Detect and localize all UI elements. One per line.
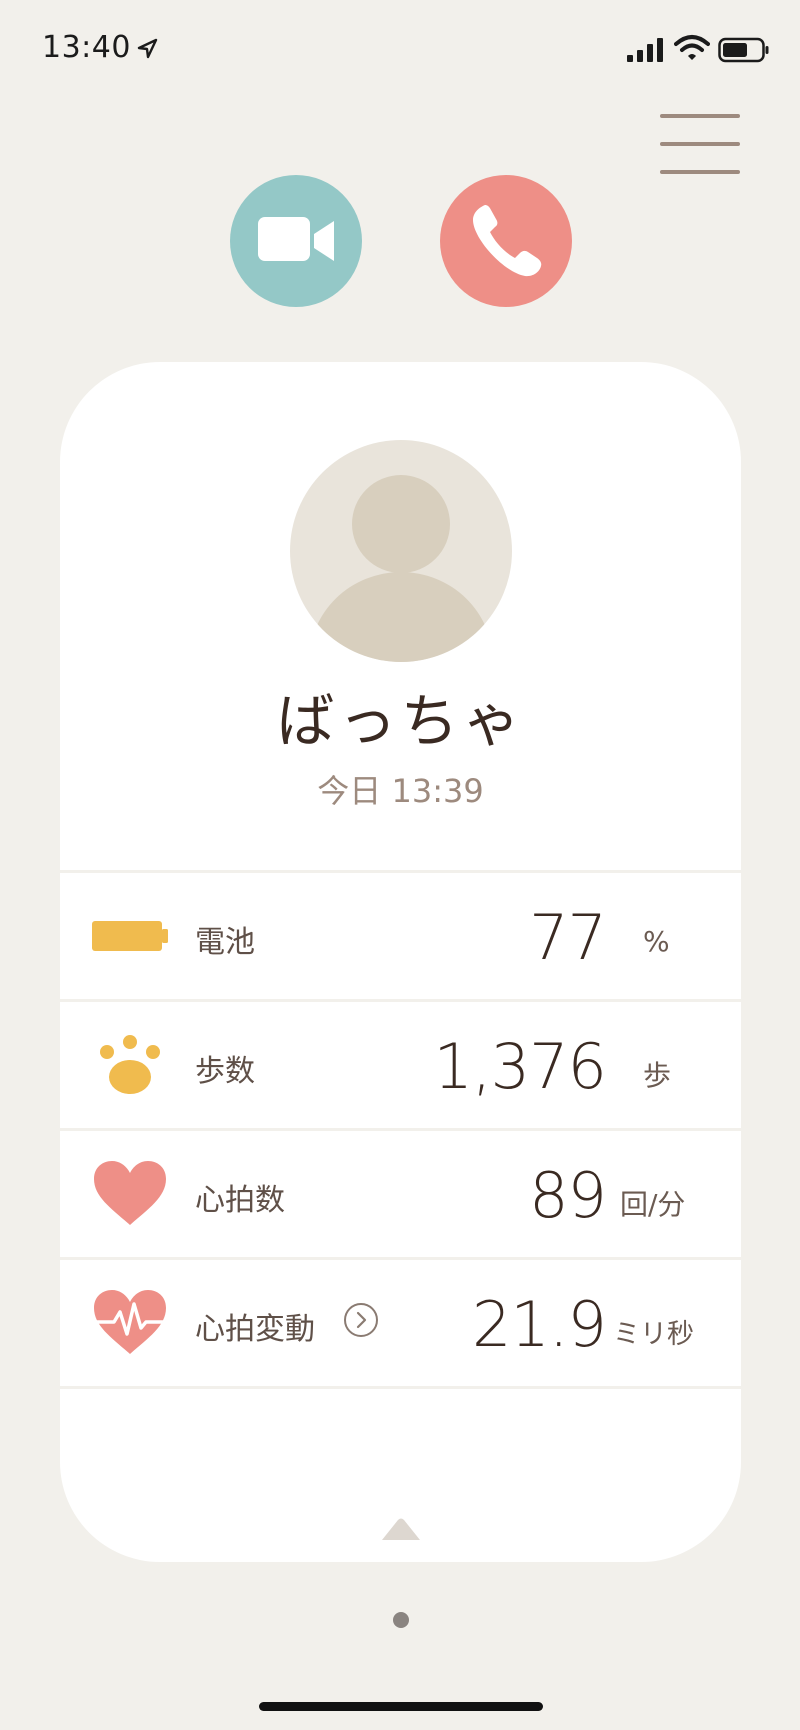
updated-time: 今日 13:39 [317, 772, 484, 810]
person-silhouette-icon [309, 475, 493, 662]
stat-unit: 歩 [643, 1059, 672, 1092]
stat-value: 77 [529, 901, 607, 974]
stat-unit: 回/分 [620, 1188, 686, 1221]
page-indicator-dot [393, 1612, 409, 1628]
status-bar: 13:40 [0, 0, 800, 100]
expand-up-arrow-icon[interactable] [378, 1514, 424, 1542]
paw-icon [100, 1035, 160, 1094]
status-time: 13:40 [42, 30, 131, 65]
voice-call-button[interactable] [440, 175, 572, 307]
profile-name: ばっちゃ [276, 687, 525, 755]
location-arrow-icon [137, 38, 158, 59]
stat-value: 21.9 [471, 1288, 607, 1361]
hamburger-menu-line [660, 142, 740, 146]
chevron-right-circle-icon[interactable] [343, 1302, 379, 1338]
wifi-icon [674, 35, 710, 60]
video-call-button[interactable] [230, 175, 362, 307]
stat-row-steps: 歩数 1,376 歩 [60, 999, 741, 1128]
stat-label: 心拍変動 [195, 1312, 315, 1347]
stat-label: 歩数 [195, 1054, 255, 1089]
profile-card: ばっちゃ 今日 13:39 電池 77 % 歩数 1,376 歩 心拍数 89 … [60, 362, 741, 1562]
stat-unit: % [643, 925, 670, 958]
phone-icon [473, 205, 542, 277]
battery-full-icon [92, 921, 168, 951]
stat-unit: ミリ秒 [613, 1319, 694, 1350]
stat-value: 89 [529, 1159, 607, 1232]
stat-row-battery: 電池 77 % [60, 870, 741, 999]
menu-button[interactable] [660, 112, 742, 178]
hamburger-menu-line [660, 170, 740, 174]
heart-pulse-icon [92, 1290, 168, 1354]
stat-row-heart-rate: 心拍数 89 回/分 [60, 1128, 741, 1257]
video-camera-icon [258, 217, 334, 261]
home-indicator[interactable] [259, 1702, 543, 1711]
hamburger-menu-icon [660, 114, 740, 118]
signal-icon [627, 38, 663, 62]
stat-row-hrv[interactable]: 心拍変動 21.9 ミリ秒 [60, 1257, 741, 1389]
avatar[interactable] [290, 440, 512, 662]
stats-list: 電池 77 % 歩数 1,376 歩 心拍数 89 回/分 心拍変動 21.9 … [60, 870, 741, 1389]
stat-label: 電池 [195, 925, 255, 960]
heart-icon [94, 1161, 166, 1225]
stat-value: 1,376 [433, 1030, 607, 1103]
battery-icon [718, 37, 769, 63]
stat-label: 心拍数 [195, 1183, 285, 1218]
